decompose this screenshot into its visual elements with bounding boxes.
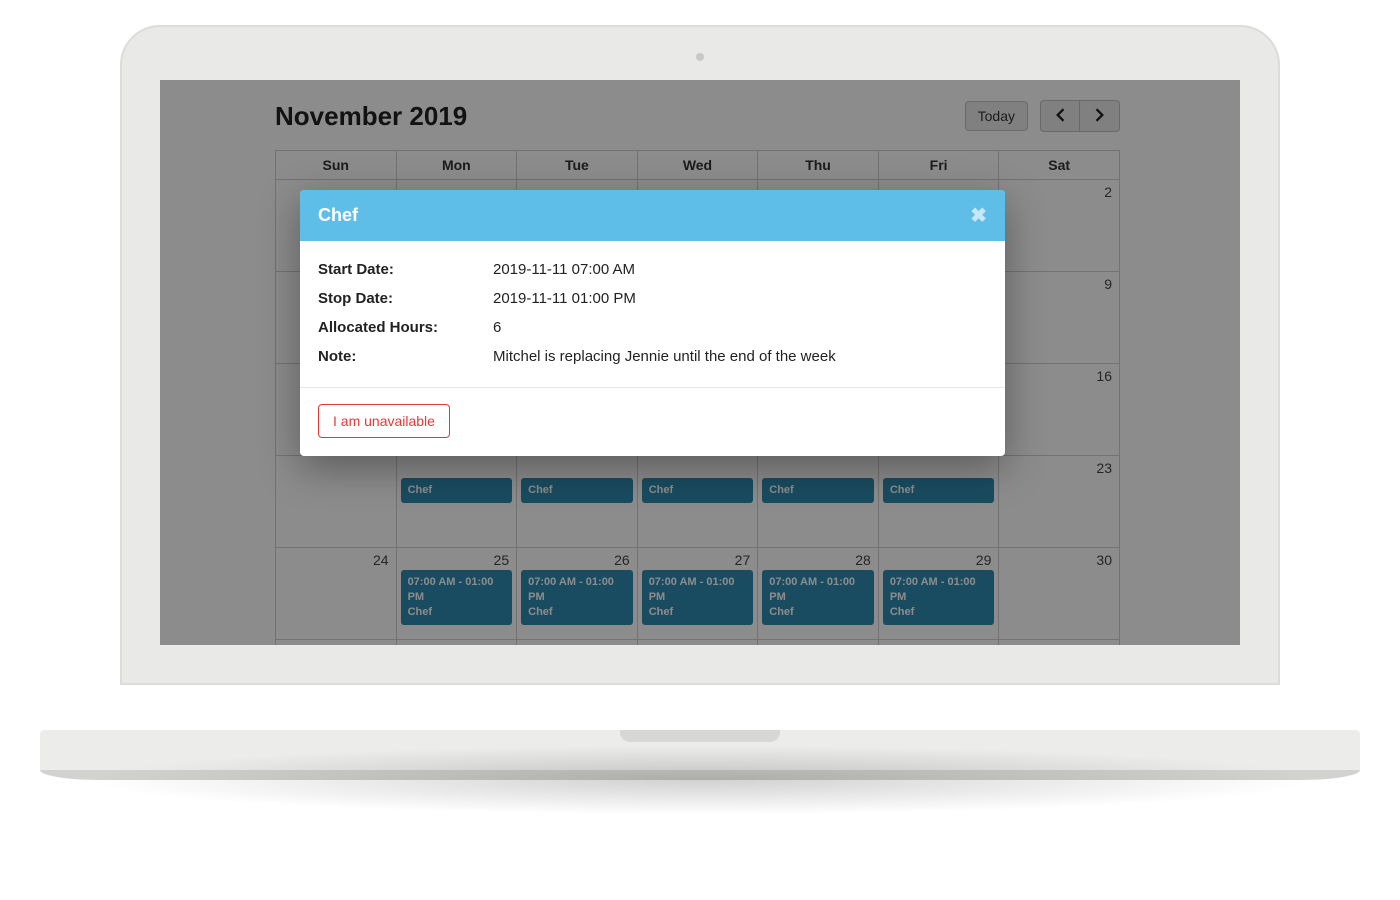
modal-field-row: Note:Mitchel is replacing Jennie until t…	[318, 348, 987, 365]
modal-header: Chef ✖	[300, 190, 1005, 241]
screen: November 2019 Today	[160, 80, 1240, 645]
close-icon[interactable]: ✖	[970, 206, 987, 226]
modal-field-row: Start Date:2019-11-11 07:00 AM	[318, 261, 987, 278]
field-value: 6	[493, 319, 987, 336]
field-label: Allocated Hours:	[318, 319, 493, 336]
modal-field-row: Stop Date:2019-11-11 01:00 PM	[318, 290, 987, 307]
modal-body: Start Date:2019-11-11 07:00 AMStop Date:…	[300, 241, 1005, 387]
field-value: 2019-11-11 07:00 AM	[493, 261, 987, 278]
unavailable-button[interactable]: I am unavailable	[318, 404, 450, 438]
modal-field-row: Allocated Hours:6	[318, 319, 987, 336]
laptop-notch	[620, 730, 780, 742]
laptop-bezel: November 2019 Today	[120, 25, 1280, 685]
camera-dot	[696, 53, 704, 61]
laptop-shadow	[80, 745, 1320, 815]
shift-detail-modal: Chef ✖ Start Date:2019-11-11 07:00 AMSto…	[300, 190, 1005, 456]
modal-title: Chef	[318, 205, 358, 226]
laptop-mockup: November 2019 Today	[120, 25, 1280, 765]
field-label: Note:	[318, 348, 493, 365]
field-label: Stop Date:	[318, 290, 493, 307]
field-label: Start Date:	[318, 261, 493, 278]
field-value: Mitchel is replacing Jennie until the en…	[493, 348, 987, 365]
field-value: 2019-11-11 01:00 PM	[493, 290, 987, 307]
modal-footer: I am unavailable	[300, 387, 1005, 456]
